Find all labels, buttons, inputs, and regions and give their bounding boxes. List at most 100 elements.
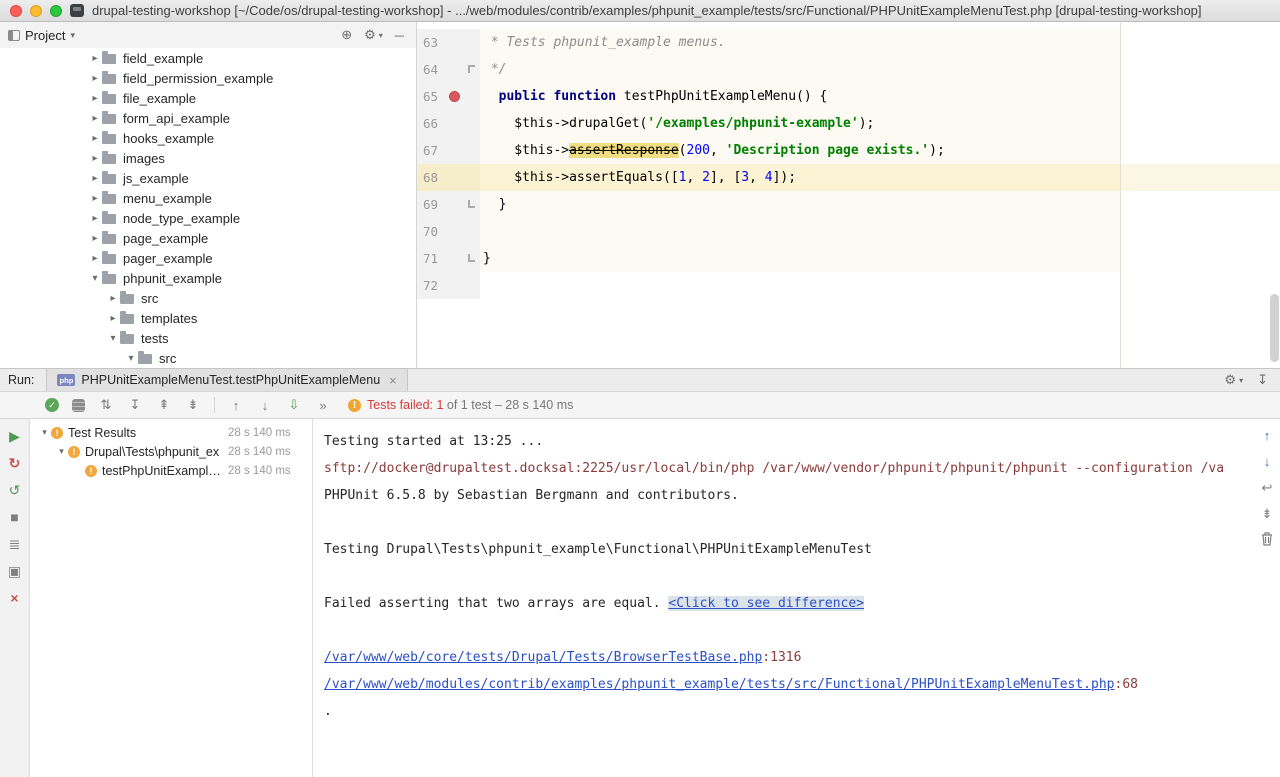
chevron-down-icon[interactable]: ▾ <box>55 446 68 457</box>
line-number[interactable]: 64 <box>423 56 438 83</box>
pin-tab-icon[interactable]: ▣ <box>7 563 23 579</box>
gutter[interactable]: 66 <box>417 110 480 137</box>
test-tree-item[interactable]: !testPhpUnitExampleM28 s 140 ms <box>30 461 312 480</box>
chevron-right-icon[interactable]: ▸ <box>88 193 102 204</box>
gutter[interactable]: 69 <box>417 191 480 218</box>
code-line[interactable]: } <box>480 191 1280 218</box>
sort-by-duration-icon[interactable]: ↧ <box>127 397 143 413</box>
editor-scrollbar[interactable] <box>1270 294 1279 362</box>
gutter[interactable]: 70 <box>417 218 480 245</box>
gutter[interactable]: 67 <box>417 137 480 164</box>
sort-alphabetically-icon[interactable]: ⇅ <box>98 397 114 413</box>
more-options-icon[interactable]: » <box>315 398 331 413</box>
show-ignored-icon[interactable] <box>72 399 85 412</box>
close-icon[interactable]: × <box>7 590 23 606</box>
code-line[interactable] <box>480 272 1280 299</box>
gear-icon[interactable]: ⚙ <box>364 27 376 43</box>
project-tree-item[interactable]: ▸form_api_example <box>0 108 416 128</box>
line-number[interactable]: 71 <box>423 245 438 272</box>
chevron-right-icon[interactable]: ▸ <box>106 293 120 304</box>
scroll-to-end-icon[interactable]: ⇟ <box>1259 506 1275 522</box>
locate-file-icon[interactable]: ⊕ <box>341 27 352 43</box>
console-link[interactable]: /var/www/web/core/tests/Drupal/Tests/Bro… <box>324 650 762 665</box>
fold-marker-icon[interactable] <box>468 65 475 73</box>
editor-line[interactable]: 65 public function testPhpUnitExampleMen… <box>417 83 1280 110</box>
chevron-right-icon[interactable]: ▸ <box>88 53 102 64</box>
previous-failed-test-icon[interactable]: ↑ <box>228 398 244 413</box>
line-number[interactable]: 72 <box>423 272 438 299</box>
project-tree-item[interactable]: ▸file_example <box>0 88 416 108</box>
run-tab[interactable]: php PHPUnitExampleMenuTest.testPhpUnitEx… <box>46 369 407 391</box>
show-passed-icon[interactable]: ✓ <box>45 398 59 412</box>
expand-all-icon[interactable]: ⇞ <box>156 397 172 413</box>
soft-wrap-icon[interactable]: ↩ <box>1259 480 1275 496</box>
project-tree-item[interactable]: ▸pager_example <box>0 248 416 268</box>
project-tree-item[interactable]: ▸js_example <box>0 168 416 188</box>
minimize-window-button[interactable] <box>30 5 42 17</box>
close-tab-icon[interactable]: × <box>389 373 397 388</box>
import-test-results-icon[interactable]: ⇩ <box>286 397 302 413</box>
code-line[interactable]: public function testPhpUnitExampleMenu()… <box>480 83 1280 110</box>
chevron-down-icon[interactable]: ▾ <box>88 273 102 284</box>
line-number[interactable]: 63 <box>423 29 438 56</box>
line-number[interactable]: 66 <box>423 110 438 137</box>
project-tree-item[interactable]: ▸menu_example <box>0 188 416 208</box>
editor-line[interactable]: 66 $this->drupalGet('/examples/phpunit-e… <box>417 110 1280 137</box>
code-line[interactable]: } <box>480 245 1280 272</box>
line-number[interactable]: 65 <box>423 83 438 110</box>
gutter[interactable]: 63 <box>417 29 480 56</box>
chevron-right-icon[interactable]: ▸ <box>88 153 102 164</box>
editor-line[interactable]: 68 $this->assertEquals([1, 2], [3, 4]); <box>417 164 1280 191</box>
project-panel-header[interactable]: Project ▾ ⊕ ⚙▾ ─ <box>0 22 416 48</box>
project-tree-item[interactable]: ▸field_example <box>0 48 416 68</box>
chevron-right-icon[interactable]: ▸ <box>88 93 102 104</box>
chevron-right-icon[interactable]: ▸ <box>88 133 102 144</box>
collapse-all-icon[interactable]: ⇟ <box>185 397 201 413</box>
code-line[interactable] <box>480 218 1280 245</box>
hide-panel-icon[interactable]: ↧ <box>1257 372 1268 388</box>
fold-marker-icon[interactable] <box>468 200 475 208</box>
gutter[interactable]: 64 <box>417 56 480 83</box>
code-line[interactable]: $this->drupalGet('/examples/phpunit-exam… <box>480 110 1280 137</box>
line-number[interactable]: 70 <box>423 218 438 245</box>
line-number[interactable]: 69 <box>423 191 438 218</box>
chevron-right-icon[interactable]: ▸ <box>88 113 102 124</box>
editor-line[interactable]: 72 <box>417 272 1280 299</box>
up-stacktrace-icon[interactable]: ↑ <box>1259 428 1275 444</box>
chevron-down-icon[interactable]: ▾ <box>106 333 120 344</box>
down-stacktrace-icon[interactable]: ↓ <box>1259 454 1275 470</box>
fold-marker-icon[interactable] <box>468 254 475 262</box>
line-number[interactable]: 67 <box>423 137 438 164</box>
chevron-right-icon[interactable]: ▸ <box>88 73 102 84</box>
gear-icon[interactable]: ⚙ <box>1224 372 1236 388</box>
chevron-right-icon[interactable]: ▸ <box>106 313 120 324</box>
chevron-down-icon[interactable]: ▾ <box>38 427 51 438</box>
chevron-down-icon[interactable]: ▾ <box>124 353 138 364</box>
gutter[interactable]: 72 <box>417 272 480 299</box>
project-tree-item[interactable]: ▾phpunit_example <box>0 268 416 288</box>
gutter[interactable]: 65 <box>417 83 480 110</box>
project-tree-item[interactable]: ▸hooks_example <box>0 128 416 148</box>
editor-line[interactable]: 67 $this->assertResponse(200, 'Descripti… <box>417 137 1280 164</box>
zoom-window-button[interactable] <box>50 5 62 17</box>
editor-pane[interactable]: 63 * Tests phpunit_example menus.64 */65… <box>417 22 1280 368</box>
toggle-auto-test-icon[interactable]: ↺ <box>7 482 23 498</box>
test-tree-item[interactable]: ▾!Drupal\Tests\phpunit_ex28 s 140 ms <box>30 442 312 461</box>
test-history-icon[interactable]: ≣ <box>7 536 23 552</box>
gutter[interactable]: 71 <box>417 245 480 272</box>
project-tree-item[interactable]: ▸node_type_example <box>0 208 416 228</box>
chevron-right-icon[interactable]: ▸ <box>88 253 102 264</box>
failed-test-gutter-icon[interactable] <box>449 91 460 102</box>
editor-line[interactable]: 64 */ <box>417 56 1280 83</box>
code-line[interactable]: $this->assertEquals([1, 2], [3, 4]); <box>480 164 1280 191</box>
editor-line[interactable]: 71} <box>417 245 1280 272</box>
gutter[interactable]: 68 <box>417 164 480 191</box>
next-failed-test-icon[interactable]: ↓ <box>257 398 273 413</box>
editor-line[interactable]: 70 <box>417 218 1280 245</box>
stop-icon[interactable]: ■ <box>7 509 23 525</box>
chevron-right-icon[interactable]: ▸ <box>88 233 102 244</box>
chevron-right-icon[interactable]: ▸ <box>88 173 102 184</box>
rerun-test-icon[interactable]: ▶ <box>7 428 23 444</box>
chevron-down-icon[interactable]: ▾ <box>70 30 75 41</box>
chevron-right-icon[interactable]: ▸ <box>88 213 102 224</box>
